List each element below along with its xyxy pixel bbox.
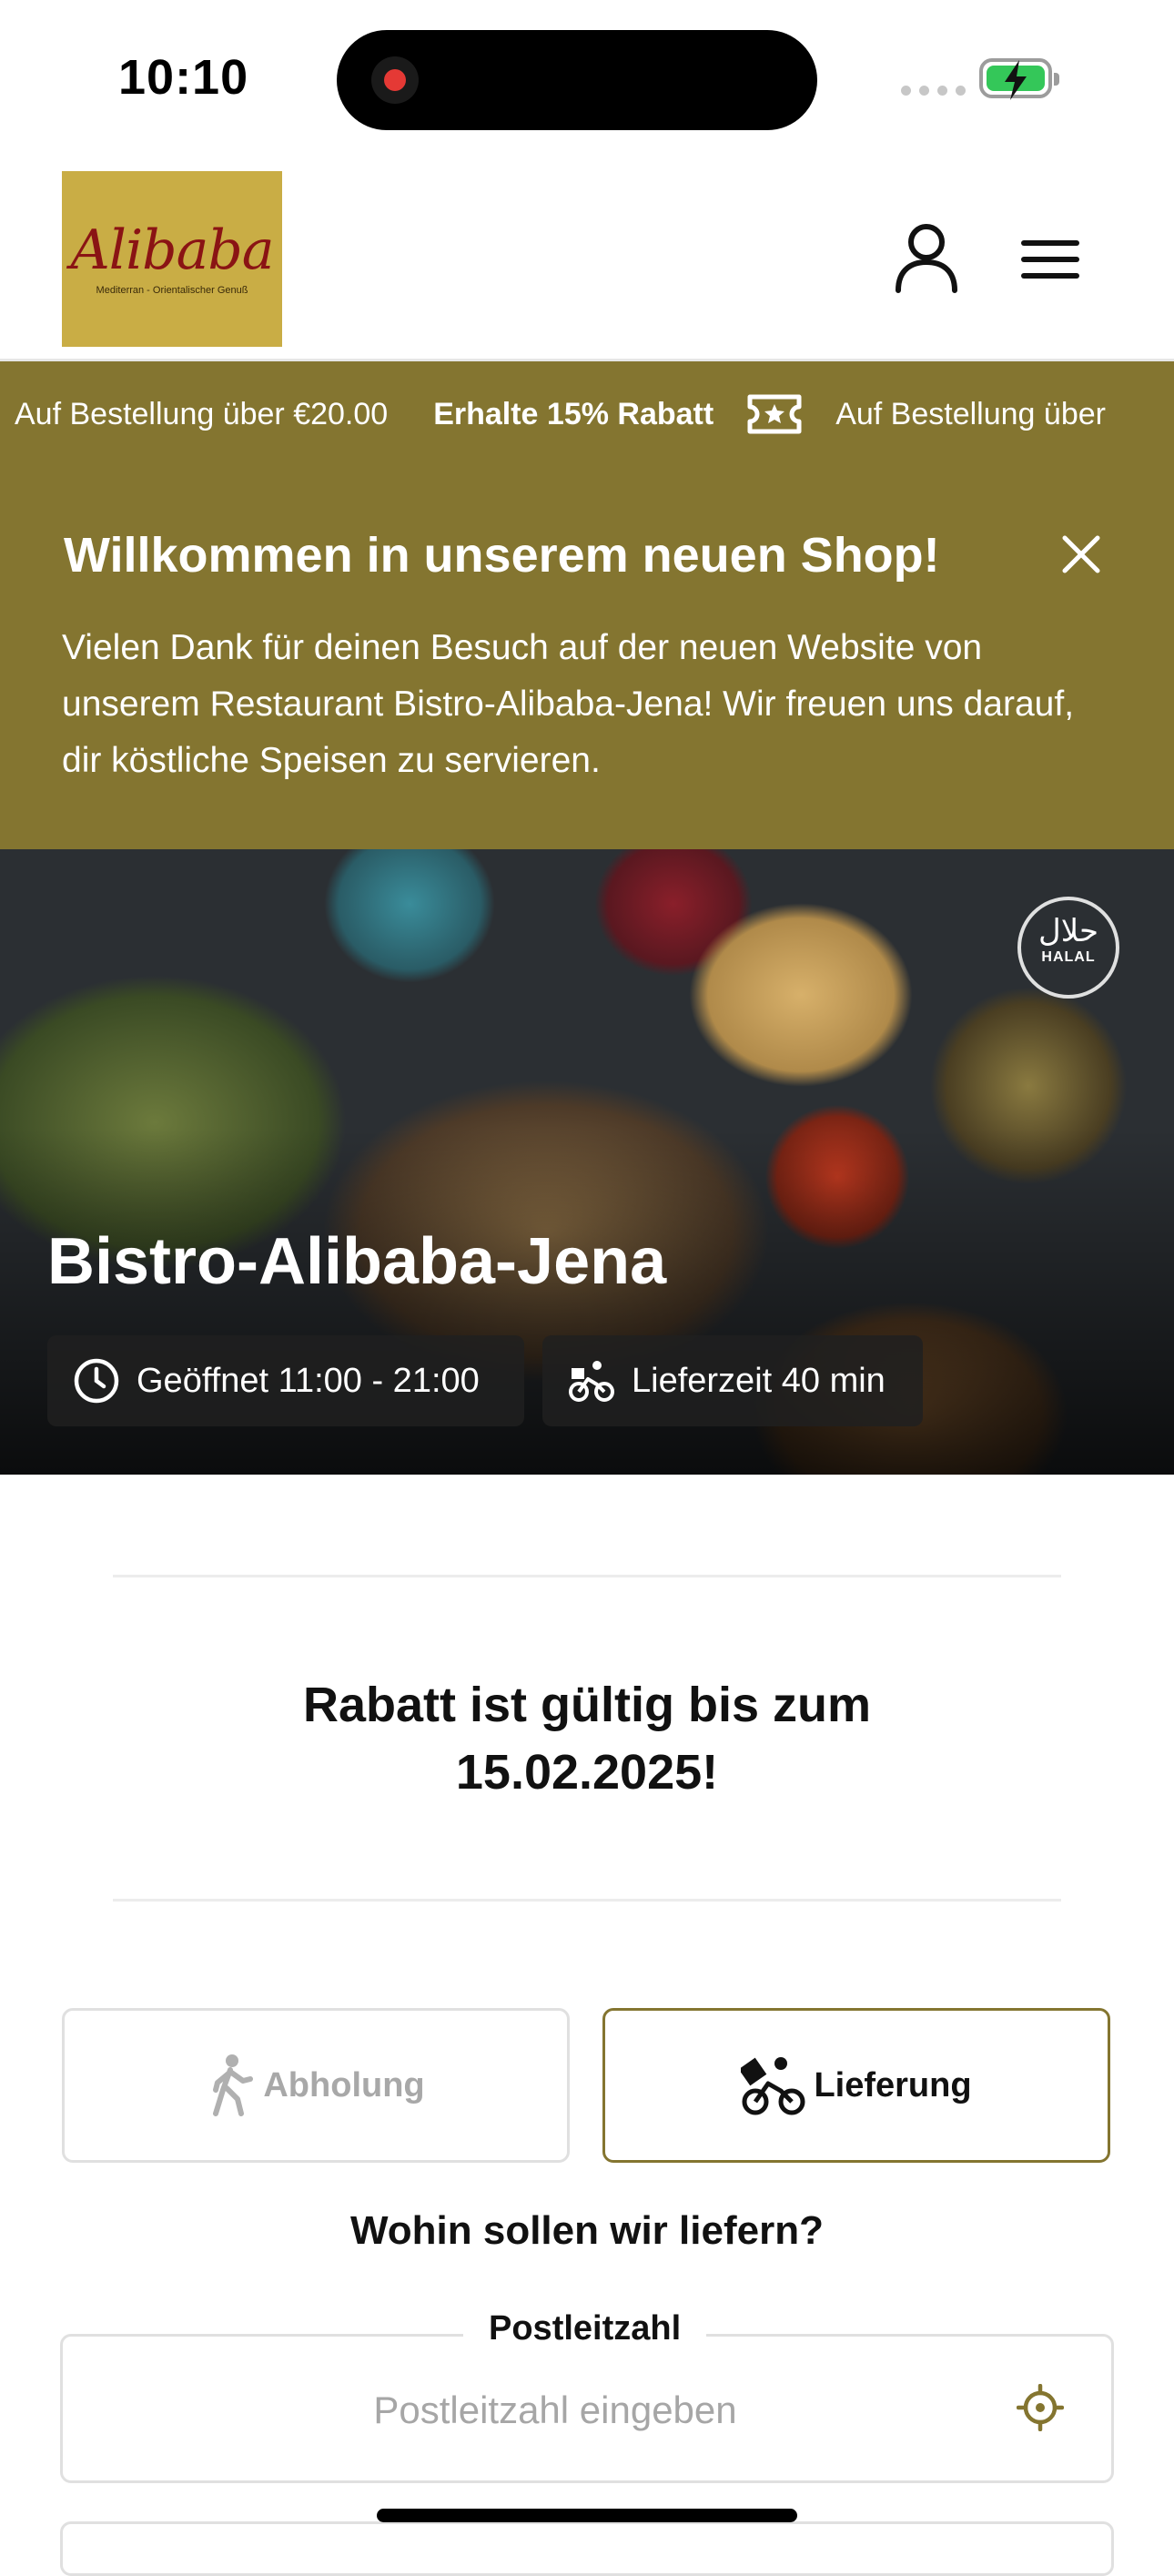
pickup-label: Abholung — [263, 2065, 425, 2104]
ticket-star-icon — [746, 391, 803, 437]
locate-crosshair-icon[interactable] — [1016, 2383, 1065, 2436]
hero-image: حلال HALAL Bistro-Alibaba-Jena Geöffnet … — [0, 849, 1174, 1475]
promo-repeat: Auf Bestellung über — [835, 396, 1106, 431]
restaurant-name: Bistro-Alibaba-Jena — [47, 1225, 667, 1298]
section-divider-top — [113, 1575, 1061, 1577]
battery-charging-icon — [979, 58, 1059, 100]
dynamic-island — [337, 30, 817, 130]
welcome-banner: Willkommen in unserem neuen Shop! Vielen… — [0, 456, 1174, 849]
promo-ticker: Auf Bestellung über €20.00 Erhalte 15% R… — [0, 361, 1174, 456]
welcome-title: Willkommen in unserem neuen Shop! — [64, 528, 940, 583]
postcode-label: Postleitzahl — [463, 2309, 707, 2348]
halal-label: HALAL — [1041, 949, 1096, 965]
delivery-question: Wohin sollen wir liefern? — [350, 2208, 824, 2253]
screen-recording-icon — [371, 56, 419, 104]
delivery-time-badge: Lieferzeit 40 min — [542, 1335, 923, 1426]
postcode-input[interactable] — [99, 2382, 1011, 2439]
delivery-label: Lieferung — [814, 2065, 972, 2104]
delivery-button[interactable]: Lieferung — [602, 2008, 1110, 2163]
delivery-bike-icon — [741, 2057, 805, 2115]
close-icon[interactable] — [1056, 529, 1107, 580]
welcome-text: Vielen Dank für deinen Besuch auf der ne… — [62, 628, 1075, 780]
discount-line1: Rabatt ist gültig bis zum — [302, 1678, 871, 1732]
postcode-field: Postleitzahl — [60, 2309, 1114, 2483]
delivery-bike-icon — [569, 1361, 614, 1402]
delivery-time: Lieferzeit 40 min — [632, 1361, 886, 1400]
logo-wordmark: Alibaba — [70, 218, 274, 282]
halal-badge: حلال HALAL — [1017, 897, 1119, 999]
section-divider-bottom — [113, 1899, 1061, 1902]
user-icon[interactable] — [894, 222, 959, 298]
clock-icon — [74, 1358, 119, 1404]
discount-notice: Rabatt ist gültig bis zum 15.02.2025! — [0, 1671, 1174, 1806]
promo-discount: Erhalte 15% Rabatt — [433, 396, 714, 431]
promo-min-order: Auf Bestellung über €20.00 — [15, 396, 389, 431]
opening-hours-badge: Geöffnet 11:00 - 21:00 — [47, 1335, 524, 1426]
home-indicator[interactable] — [377, 2509, 797, 2522]
pickup-button[interactable]: Abholung — [62, 2008, 570, 2163]
logo-subtitle: Mediterran - Orientalischer Genuß — [96, 284, 248, 296]
next-field — [60, 2521, 1114, 2576]
status-time: 10:10 — [118, 50, 249, 105]
walking-person-icon — [213, 2054, 254, 2116]
cellular-signal-icon — [901, 86, 966, 96]
hamburger-menu-icon[interactable] — [1021, 238, 1079, 285]
discount-line2: 15.02.2025! — [455, 1745, 719, 1800]
restaurant-logo[interactable]: Alibaba Mediterran - Orientalischer Genu… — [62, 171, 282, 347]
opening-hours: Geöffnet 11:00 - 21:00 — [137, 1361, 480, 1400]
halal-arabic: حلال — [1037, 913, 1098, 949]
